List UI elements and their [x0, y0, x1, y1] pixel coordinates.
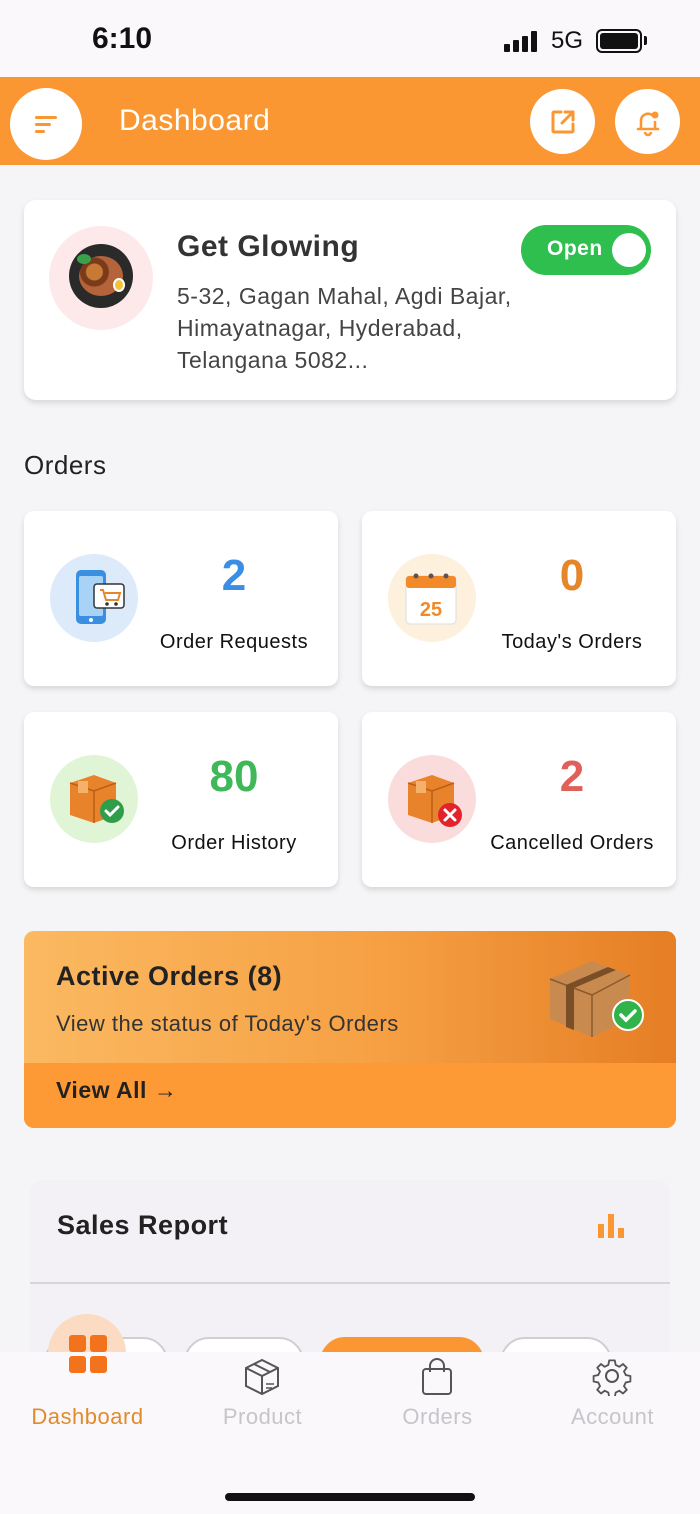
status-bar: 6:10 5G — [0, 0, 700, 77]
calendar-day: 25 — [420, 599, 442, 621]
notifications-button[interactable] — [615, 89, 680, 154]
order-history-count: 80 — [209, 752, 259, 801]
store-address: 5-32, Gagan Mahal, Agdi Bajar, Himayatna… — [177, 283, 512, 373]
todays-orders-label: Today's Orders — [501, 631, 643, 653]
box-check-icon — [50, 755, 138, 843]
box-cancel-icon — [388, 755, 476, 843]
open-status-toggle[interactable]: Open — [521, 225, 651, 275]
cancelled-orders-label: Cancelled Orders — [490, 832, 654, 854]
order-history-label: Order History — [171, 832, 297, 854]
order-requests-label: Order Requests — [159, 631, 309, 653]
tab-account[interactable]: Account — [525, 1352, 700, 1452]
todays-orders-card[interactable]: 25 0 Today's Orders — [362, 511, 676, 686]
menu-button[interactable] — [10, 88, 82, 160]
order-requests-count: 2 — [221, 551, 247, 600]
signal-icon — [504, 30, 540, 52]
delivered-box-icon — [549, 961, 644, 1037]
cancelled-orders-card[interactable]: 2 Cancelled Orders — [362, 712, 676, 887]
view-all-link[interactable]: View All → — [56, 1077, 177, 1104]
sales-report-title: Sales Report — [57, 1210, 229, 1240]
tab-orders[interactable]: Orders — [350, 1352, 525, 1452]
active-orders-card[interactable]: Active Orders (8) View the status of Tod… — [24, 931, 676, 1128]
network-type: 5G — [551, 27, 584, 54]
sales-report-card: Sales Report — [30, 1180, 670, 1387]
tab-label: Dashboard — [31, 1404, 144, 1429]
store-card[interactable]: Get Glowing 5-32, Gagan Mahal, Agdi Baja… — [24, 200, 676, 400]
calendar-icon: 25 — [388, 554, 476, 642]
toggle-knob — [612, 233, 646, 267]
sort-menu-icon — [35, 116, 57, 133]
home-indicator — [225, 1493, 475, 1501]
active-orders-subtitle: View the status of Today's Orders — [56, 1011, 399, 1036]
external-link-button[interactable] — [530, 89, 595, 154]
orders-section-title: Orders — [24, 450, 107, 480]
tab-label: Account — [571, 1404, 654, 1429]
gear-icon — [592, 1359, 632, 1396]
tab-label: Orders — [402, 1404, 473, 1429]
toggle-label: Open — [547, 237, 603, 260]
store-logo — [49, 226, 153, 330]
tab-label: Product — [222, 1404, 303, 1429]
todays-orders-count: 0 — [559, 551, 585, 600]
app-header: Dashboard — [0, 77, 700, 165]
cancelled-orders-count: 2 — [559, 752, 585, 801]
battery-tip — [644, 36, 647, 45]
tab-product[interactable]: Product — [175, 1352, 350, 1452]
active-orders-title: Active Orders (8) — [56, 961, 283, 991]
order-requests-card[interactable]: 2 Order Requests — [24, 511, 338, 686]
shopping-bag-icon — [422, 1358, 452, 1395]
mobile-cart-icon — [50, 554, 138, 642]
dashboard-grid-icon[interactable] — [67, 1333, 109, 1375]
bottom-tab-bar: Dashboard Product Orders Account — [0, 1352, 700, 1514]
view-all-bar[interactable]: View All → — [24, 1063, 676, 1128]
status-time: 6:10 — [92, 22, 153, 55]
order-history-card[interactable]: 80 Order History — [24, 712, 338, 887]
page-title: Dashboard — [119, 104, 271, 137]
bell-icon — [636, 111, 659, 136]
divider — [30, 1282, 670, 1284]
store-name: Get Glowing — [177, 230, 360, 263]
battery-icon — [596, 29, 642, 53]
bar-chart-icon[interactable] — [596, 1210, 626, 1240]
product-box-icon — [245, 1358, 279, 1396]
external-link-icon — [551, 110, 574, 133]
